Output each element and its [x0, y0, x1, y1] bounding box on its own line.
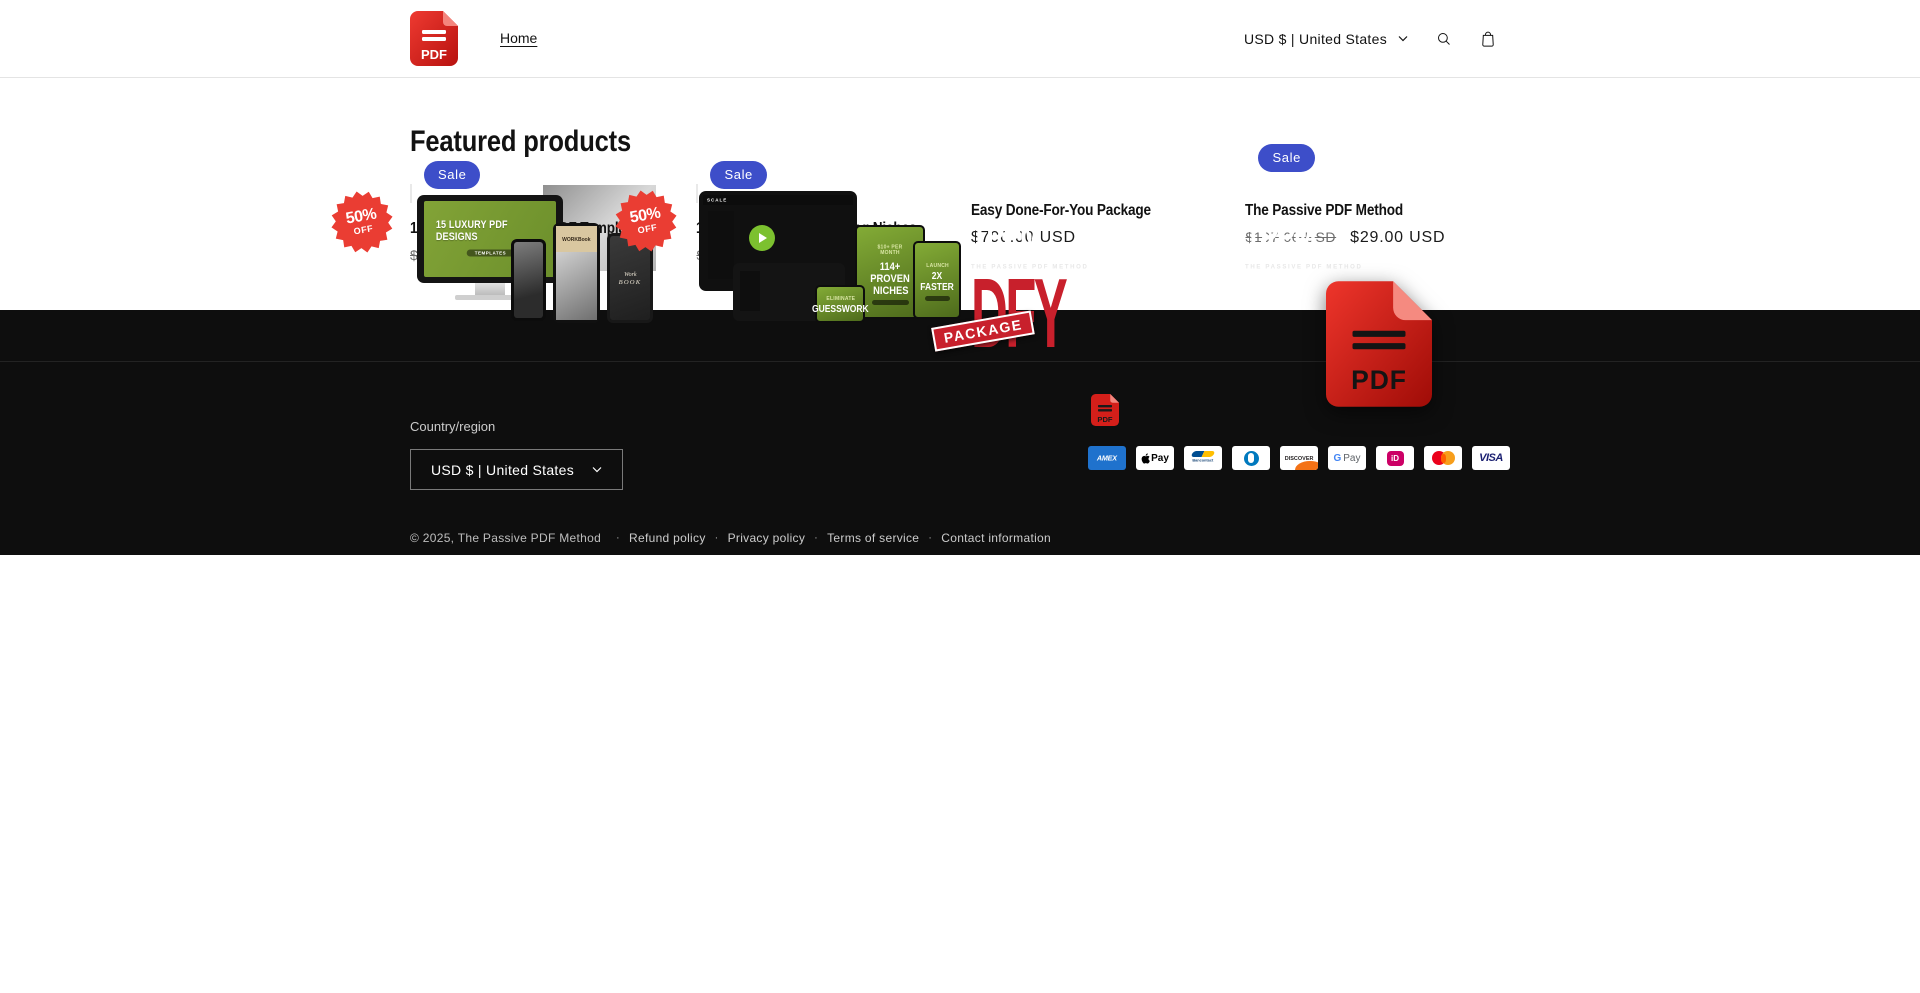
- payment-mastercard-icon: [1424, 446, 1462, 470]
- payment-ideal-icon: iD: [1376, 446, 1414, 470]
- payment-discover-icon: DISCOVER: [1280, 446, 1318, 470]
- product-title[interactable]: Easy Done-For-You Package: [971, 202, 1196, 220]
- pdf-logo-icon: PDF: [410, 11, 458, 66]
- currency-label: USD $ | United States: [1244, 31, 1387, 47]
- refund-policy-link[interactable]: Refund policy: [629, 531, 706, 545]
- privacy-policy-link[interactable]: Privacy policy: [728, 531, 806, 545]
- payment-apple-pay-icon: Pay: [1136, 446, 1174, 470]
- nav-home-link[interactable]: Home: [500, 30, 537, 46]
- product-title[interactable]: The Passive PDF Method: [1245, 202, 1470, 220]
- site-header: PDF Home USD $ | United States: [0, 0, 1920, 78]
- main-content: Featured products 15 LUXURY PDF DESIGNS …: [0, 125, 1920, 310]
- footer-bottom-bar: © 2025, The Passive PDF Method · Refund …: [410, 490, 1510, 555]
- contact-information-link[interactable]: Contact information: [941, 531, 1051, 545]
- product-image-niches[interactable]: SCALE $10+ PER MONTH 114+ PROVEN NICHES: [696, 184, 698, 203]
- chevron-down-icon: [592, 466, 602, 473]
- currency-selector[interactable]: USD $ | United States: [1230, 21, 1422, 57]
- main-nav: Home: [500, 30, 537, 48]
- product-image-dfy-templates[interactable]: 15 LUXURY PDF DESIGNS TEMPLATES WORKBook…: [410, 184, 412, 203]
- payment-google-pay-icon: G Pay: [1328, 446, 1366, 470]
- country-region-block: Country/region USD $ | United States: [410, 419, 623, 490]
- search-button[interactable]: [1422, 18, 1466, 60]
- store-logo[interactable]: PDF: [410, 11, 458, 66]
- product-card: TPPM THE PASSIVE PDF METHOD PDF: [1245, 185, 1510, 247]
- product-card: TPPM THE PASSIVE PDF METHOD DFY PACKAGE …: [971, 185, 1236, 247]
- footer-country-selector[interactable]: USD $ | United States: [410, 449, 623, 490]
- country-region-label: Country/region: [410, 419, 623, 435]
- copyright: © 2025, The Passive PDF Method: [410, 531, 601, 545]
- svg-text:PDF: PDF: [421, 47, 447, 62]
- payment-bancontact-icon: Bancontact: [1184, 446, 1222, 470]
- search-icon: [1433, 28, 1455, 50]
- payment-methods: AMEX Pay Bancontact DISCOVER G Pay iD VI…: [1088, 446, 1510, 470]
- featured-products-heading: Featured products: [410, 125, 1345, 159]
- sale-price: $29.00 USD: [1350, 229, 1445, 247]
- apple-icon: [1141, 453, 1150, 464]
- payment-visa-icon: VISA: [1472, 446, 1510, 470]
- product-grid: 15 LUXURY PDF DESIGNS TEMPLATES WORKBook…: [410, 185, 1510, 265]
- payment-amex-icon: AMEX: [1088, 446, 1126, 470]
- payment-diners-club-icon: [1232, 446, 1270, 470]
- terms-of-service-link[interactable]: Terms of service: [827, 531, 919, 545]
- product-card: SCALE $10+ PER MONTH 114+ PROVEN NICHES: [696, 185, 961, 265]
- chevron-down-icon: [1398, 35, 1408, 42]
- cart-icon: [1477, 28, 1499, 50]
- cart-button[interactable]: [1466, 18, 1510, 60]
